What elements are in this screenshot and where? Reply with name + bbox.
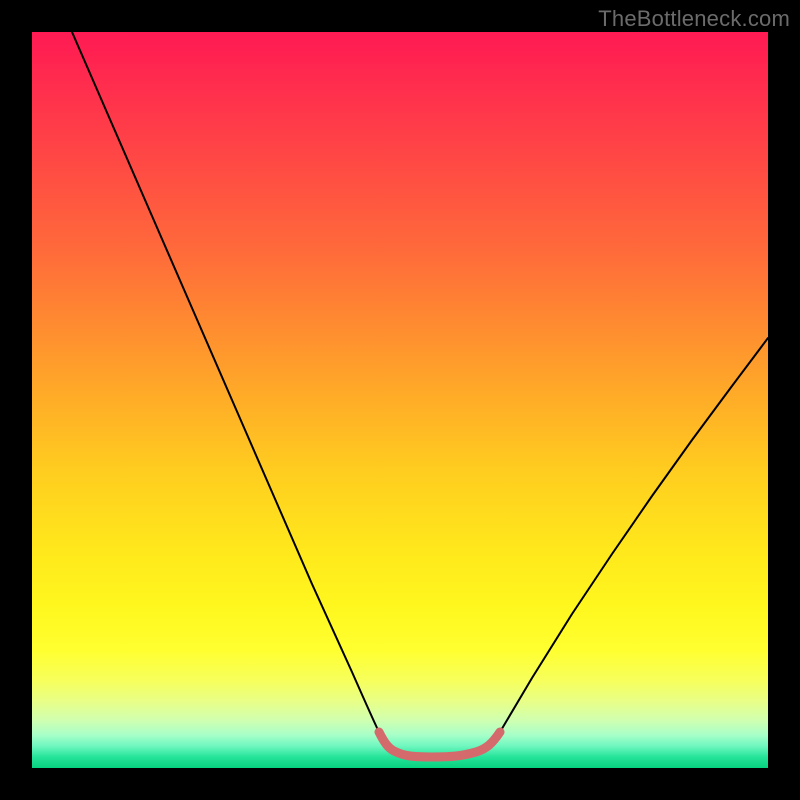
bottleneck-curve-svg xyxy=(32,32,768,768)
watermark-text: TheBottleneck.com xyxy=(598,6,790,32)
chart-frame: TheBottleneck.com xyxy=(0,0,800,800)
bottleneck-curve xyxy=(72,32,768,757)
plot-area xyxy=(32,32,768,768)
bottom-accent xyxy=(379,732,500,757)
